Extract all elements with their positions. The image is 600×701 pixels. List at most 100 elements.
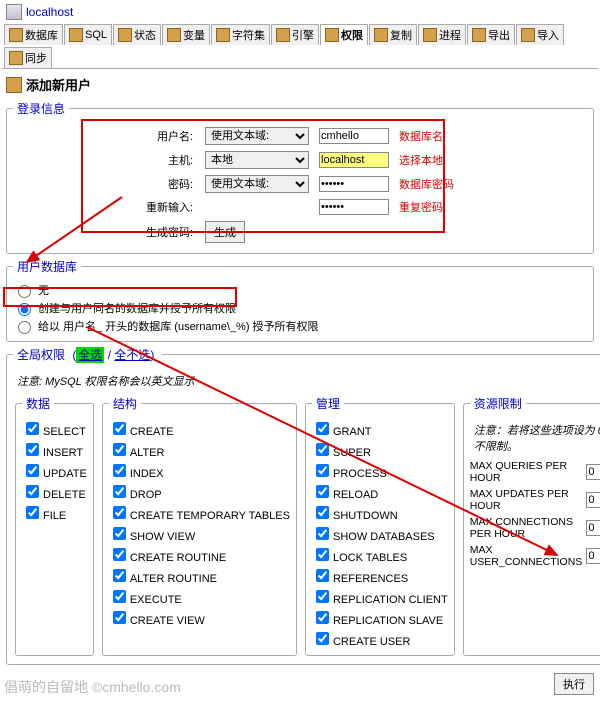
pass-input[interactable] xyxy=(319,176,389,192)
priv-checkbox[interactable] xyxy=(316,569,329,582)
priv-process[interactable]: PROCESS xyxy=(312,460,448,481)
resource-input[interactable] xyxy=(586,548,600,564)
priv-checkbox[interactable] xyxy=(113,464,126,477)
tab-label: 进程 xyxy=(439,27,461,43)
priv-checkbox[interactable] xyxy=(113,548,126,561)
priv-replication-slave[interactable]: REPLICATION SLAVE xyxy=(312,607,448,628)
priv-checkbox[interactable] xyxy=(316,464,329,477)
priv-select[interactable]: SELECT xyxy=(22,418,87,439)
tab-7[interactable]: 复制 xyxy=(369,24,417,45)
priv-checkbox[interactable] xyxy=(113,422,126,435)
priv-checkbox[interactable] xyxy=(316,485,329,498)
priv-show-databases[interactable]: SHOW DATABASES xyxy=(312,523,448,544)
priv-file[interactable]: FILE xyxy=(22,502,87,523)
tab-6[interactable]: 权限 xyxy=(320,24,368,45)
priv-create[interactable]: CREATE xyxy=(109,418,290,439)
priv-alter-routine[interactable]: ALTER ROUTINE xyxy=(109,565,290,586)
tab-label: 权限 xyxy=(341,27,363,43)
userdb-radio-samename[interactable] xyxy=(18,303,31,316)
server-title: localhost xyxy=(2,2,598,22)
host-select[interactable]: 本地 xyxy=(205,151,309,169)
userdb-radio-none[interactable] xyxy=(18,285,31,298)
priv-references[interactable]: REFERENCES xyxy=(312,565,448,586)
priv-label: ALTER ROUTINE xyxy=(130,573,217,585)
priv-checkbox[interactable] xyxy=(26,422,39,435)
resources-fieldset: 资源限制 注意：若将这些选项设为 0(零) 即不限制。 MAX QUERIES … xyxy=(463,395,600,656)
priv-label: FILE xyxy=(43,510,66,522)
tab-label: 复制 xyxy=(390,27,412,43)
priv-update[interactable]: UPDATE xyxy=(22,460,87,481)
priv-checkbox[interactable] xyxy=(316,527,329,540)
submit-button[interactable] xyxy=(554,673,594,695)
host-input[interactable] xyxy=(319,152,389,168)
admin-priv-legend: 管理 xyxy=(312,395,344,412)
checkall-link[interactable]: 全选 xyxy=(76,347,104,363)
priv-reload[interactable]: RELOAD xyxy=(312,481,448,502)
userdb-row-samename[interactable]: 创建与用户同名的数据库并授予所有权限 xyxy=(13,299,587,317)
tab-bar: 数据库SQL状态变量字符集引擎 权限 复制 进程导出导入同步 xyxy=(2,22,598,69)
priv-delete[interactable]: DELETE xyxy=(22,481,87,502)
resource-input[interactable] xyxy=(586,464,600,480)
priv-checkbox[interactable] xyxy=(113,611,126,624)
tab-5[interactable]: 引擎 xyxy=(271,24,319,45)
priv-insert[interactable]: INSERT xyxy=(22,439,87,460)
uncheckall-link[interactable]: 全不选 xyxy=(114,348,150,362)
priv-super[interactable]: SUPER xyxy=(312,439,448,460)
priv-checkbox[interactable] xyxy=(113,506,126,519)
priv-checkbox[interactable] xyxy=(113,590,126,603)
priv-checkbox[interactable] xyxy=(316,422,329,435)
generate-button[interactable] xyxy=(205,221,245,243)
tab-0[interactable]: 数据库 xyxy=(4,24,63,45)
tab-icon-5 xyxy=(276,28,290,42)
priv-create-view[interactable]: CREATE VIEW xyxy=(109,607,290,628)
priv-checkbox[interactable] xyxy=(26,485,39,498)
tab-3[interactable]: 变量 xyxy=(162,24,210,45)
priv-checkbox[interactable] xyxy=(316,632,329,645)
user-input[interactable] xyxy=(319,128,389,144)
userdb-row-wildcard[interactable]: 给以 用户名_ 开头的数据库 (username\_%) 授予所有权限 xyxy=(13,317,587,335)
priv-checkbox[interactable] xyxy=(26,506,39,519)
priv-checkbox[interactable] xyxy=(26,464,39,477)
tab-4[interactable]: 字符集 xyxy=(211,24,270,45)
tab-icon-10 xyxy=(521,28,535,42)
priv-create-temporary-tables[interactable]: CREATE TEMPORARY TABLES xyxy=(109,502,290,523)
userdb-radio-wildcard[interactable] xyxy=(18,321,31,334)
priv-checkbox[interactable] xyxy=(113,485,126,498)
priv-create-user[interactable]: CREATE USER xyxy=(312,628,448,649)
priv-checkbox[interactable] xyxy=(113,527,126,540)
pass-select[interactable]: 使用文本域: xyxy=(205,175,309,193)
priv-checkbox[interactable] xyxy=(316,506,329,519)
tab-11[interactable]: 同步 xyxy=(4,47,52,68)
priv-index[interactable]: INDEX xyxy=(109,460,290,481)
priv-alter[interactable]: ALTER xyxy=(109,439,290,460)
tab-8[interactable]: 进程 xyxy=(418,24,466,45)
priv-checkbox[interactable] xyxy=(316,590,329,603)
priv-create-routine[interactable]: CREATE ROUTINE xyxy=(109,544,290,565)
adduser-icon xyxy=(6,77,22,93)
tab-10[interactable]: 导入 xyxy=(516,24,564,45)
priv-checkbox[interactable] xyxy=(26,443,39,456)
priv-checkbox[interactable] xyxy=(316,548,329,561)
tab-9[interactable]: 导出 xyxy=(467,24,515,45)
user-select[interactable]: 使用文本域: xyxy=(205,127,309,145)
priv-checkbox[interactable] xyxy=(113,569,126,582)
tab-2[interactable]: 状态 xyxy=(113,24,161,45)
tab-icon-0 xyxy=(9,28,23,42)
priv-checkbox[interactable] xyxy=(113,443,126,456)
priv-execute[interactable]: EXECUTE xyxy=(109,586,290,607)
priv-show-view[interactable]: SHOW VIEW xyxy=(109,523,290,544)
priv-lock-tables[interactable]: LOCK TABLES xyxy=(312,544,448,565)
priv-checkbox[interactable] xyxy=(316,443,329,456)
resource-input[interactable] xyxy=(586,520,600,536)
priv-replication-client[interactable]: REPLICATION CLIENT xyxy=(312,586,448,607)
priv-grant[interactable]: GRANT xyxy=(312,418,448,439)
repass-input[interactable] xyxy=(319,199,389,215)
priv-shutdown[interactable]: SHUTDOWN xyxy=(312,502,448,523)
global-note: 注意: MySQL 权限名称会以英文显示 xyxy=(13,369,600,393)
priv-drop[interactable]: DROP xyxy=(109,481,290,502)
tab-1[interactable]: SQL xyxy=(64,24,112,45)
userdb-row-none[interactable]: 无 xyxy=(13,281,587,299)
user-label: 用户名: xyxy=(142,125,199,147)
priv-checkbox[interactable] xyxy=(316,611,329,624)
resource-input[interactable] xyxy=(586,492,600,508)
